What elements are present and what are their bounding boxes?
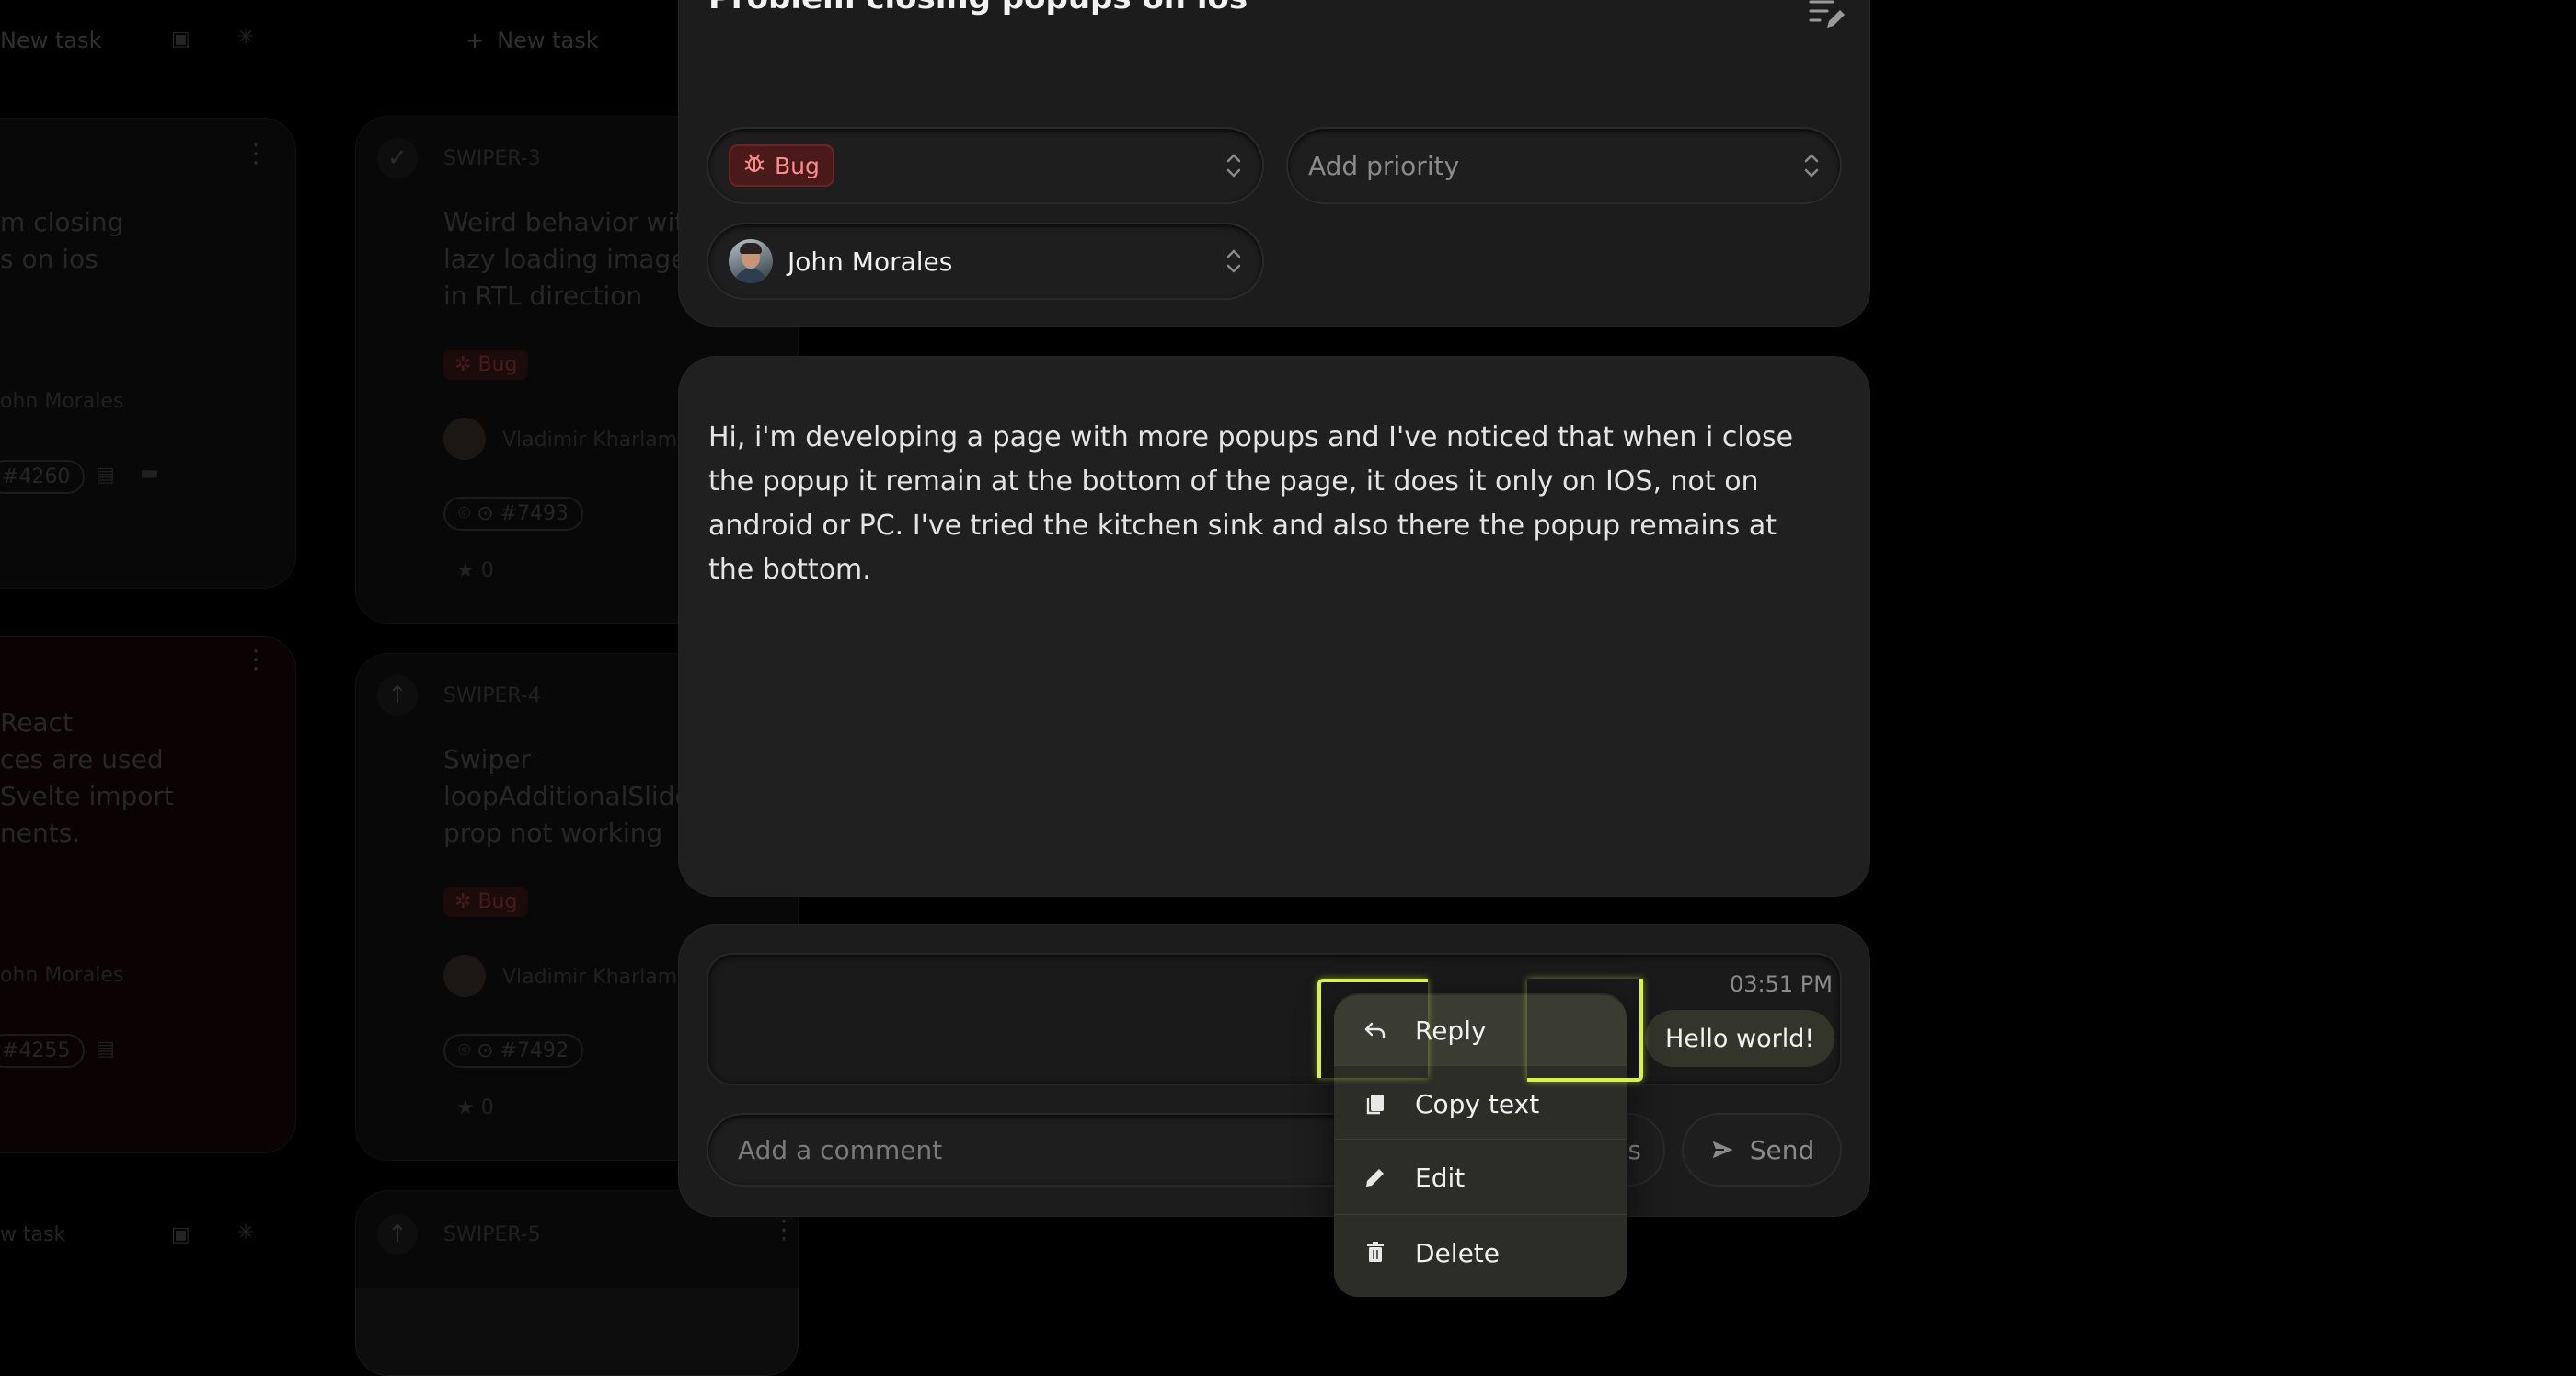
- assignee-select[interactable]: John Morales: [708, 224, 1262, 298]
- send-icon: [1709, 1139, 1736, 1161]
- task-title[interactable]: Problem closing popups on ios: [708, 0, 1248, 17]
- chevron-up-down-icon: [1226, 154, 1241, 178]
- bug-icon: [743, 152, 765, 179]
- bug-badge: Bug: [729, 144, 834, 187]
- edit-list-icon[interactable]: [1807, 0, 1847, 33]
- focus-highlight-corner: [1317, 979, 1428, 1078]
- menu-item-edit[interactable]: Edit: [1334, 1142, 1627, 1212]
- send-label: Send: [1749, 1134, 1815, 1165]
- send-button[interactable]: Send: [1684, 1115, 1840, 1185]
- focus-highlight-corner: [1527, 979, 1643, 1082]
- copy-icon: [1366, 1095, 1384, 1115]
- type-label: Bug: [775, 152, 820, 179]
- menu-divider: [1334, 1139, 1627, 1140]
- pencil-icon: [1366, 1169, 1384, 1187]
- type-select[interactable]: Bug: [708, 129, 1262, 202]
- menu-item-label: Copy text: [1415, 1088, 1540, 1119]
- assignee-name: John Morales: [788, 246, 953, 277]
- secondary-button-label: s: [1627, 1134, 1641, 1165]
- avatar: [729, 239, 773, 283]
- comment-input-placeholder: Add a comment: [738, 1134, 943, 1165]
- task-description[interactable]: Hi, i'm developing a page with more popu…: [708, 416, 1812, 592]
- menu-item-label: Delete: [1415, 1237, 1500, 1268]
- chevron-up-down-icon: [1226, 249, 1241, 273]
- trash-icon: [1367, 1242, 1384, 1262]
- comment-timestamp: 03:51 PM: [1730, 971, 1833, 997]
- comment-text: Hello world!: [1665, 1024, 1815, 1053]
- menu-divider: [1334, 1214, 1627, 1215]
- menu-item-delete[interactable]: Delete: [1334, 1218, 1627, 1288]
- menu-item-label: Edit: [1415, 1162, 1466, 1193]
- chevron-up-down-icon: [1804, 154, 1819, 178]
- priority-select[interactable]: Add priority: [1288, 129, 1840, 202]
- comment-bubble[interactable]: Hello world!: [1645, 1010, 1835, 1067]
- priority-placeholder: Add priority: [1308, 150, 1460, 181]
